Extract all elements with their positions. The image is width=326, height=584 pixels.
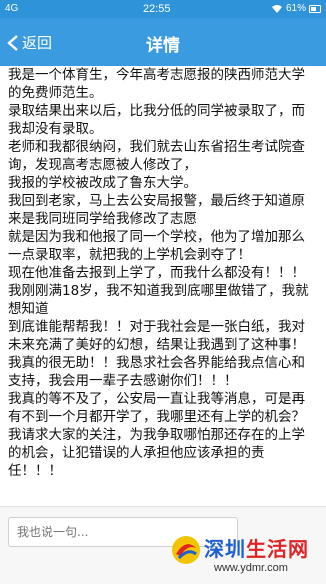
post-paragraph: 我是一个体育生，今年高考志愿报的陕西师范大学的免费师范生。: [8, 67, 305, 101]
post-paragraph: 我刚刚满18岁，我不知道我到底哪里做错了，我就想知道: [8, 283, 309, 317]
page-title: 详情: [146, 36, 180, 56]
watermark-title-part1: 深圳: [204, 537, 246, 561]
post-paragraph: 我回到老家，马上去公安局报警，最后终于知道原来是我同班同学给我修改了志愿: [8, 193, 305, 227]
network-indicator: 4G: [5, 3, 19, 14]
watermark-title: 深圳生活网: [204, 533, 309, 562]
wifi-icon: [271, 4, 282, 13]
watermark-url: www.ydmr.com: [214, 562, 288, 574]
status-right-group: 61%: [271, 3, 321, 14]
post-paragraph: 老师和我都很纳闷，我们就去山东省招生考试院查询，发现高考志愿被人修改了，: [8, 139, 305, 173]
battery-icon: [309, 4, 321, 13]
post-paragraph: 我真的等不及了，公安局一直让我等消息，可是再有不到一个月都开学了，我哪里还有上学…: [8, 391, 305, 479]
nav-bar: 返回 详情: [0, 18, 326, 66]
watermark: 深圳生活网 www.ydmr.com: [168, 530, 324, 582]
post-paragraph: 到底谁能帮帮我！！对于我社会是一张白纸，我对未来充满了美好的幻想，结果让我遇到了…: [8, 319, 305, 389]
watermark-title-part2: 生活网: [246, 537, 309, 561]
site-logo-icon: [172, 536, 200, 564]
post-paragraph: 现在他准备去报到上学了，而我什么都没有！！！: [8, 265, 305, 281]
post-paragraph: 就是因为我和他报了同一个学校，他为了增加那么一点录取率，就把我的上学机会剥夺了！: [8, 229, 305, 263]
clock: 22:55: [143, 3, 171, 15]
battery-percent: 61%: [285, 3, 306, 14]
post-paragraph: 录取结果出来以后，比我分低的同学被录取了，而我却没有录取。: [8, 103, 305, 137]
post-content: 我是一个体育生，今年高考志愿报的陕西师范大学的免费师范生。 录取结果出来以后，比…: [0, 66, 326, 506]
status-bar: 4G 22:55 61%: [0, 0, 326, 18]
post-paragraph: 我报的学校被改成了鲁东大学。: [8, 175, 197, 191]
